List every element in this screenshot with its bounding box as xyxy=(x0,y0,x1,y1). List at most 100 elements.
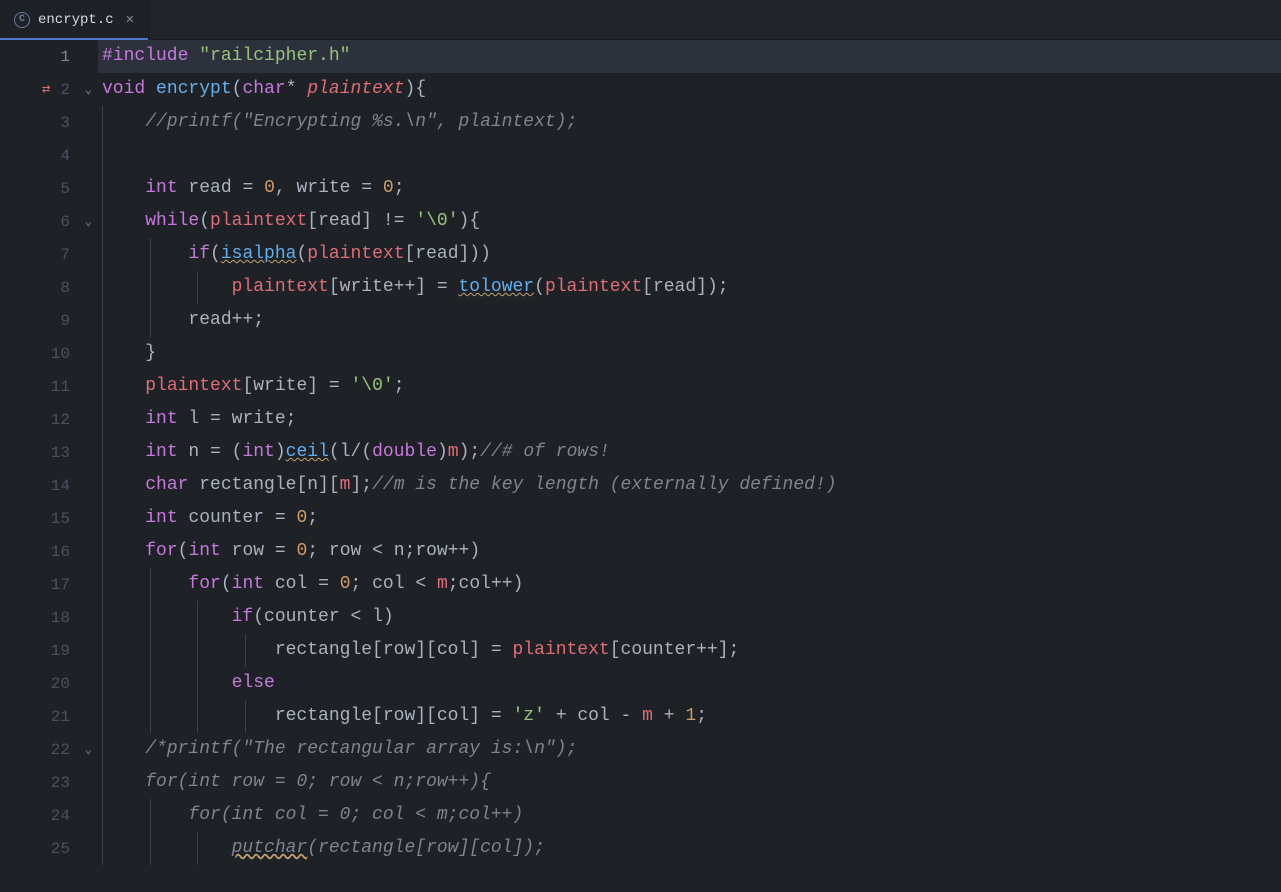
code-line[interactable]: int n = (int)ceil(l/(double)m);//# of ro… xyxy=(98,436,1281,469)
indent-guide xyxy=(150,601,151,634)
code-line[interactable]: } xyxy=(98,337,1281,370)
token-op: = xyxy=(491,640,502,660)
code-line[interactable]: plaintext[write++] = tolower(plaintext[r… xyxy=(98,271,1281,304)
c-file-icon: C xyxy=(14,12,30,28)
token-number: 1 xyxy=(685,706,696,726)
token-op: = xyxy=(491,706,502,726)
token-op: = xyxy=(210,409,221,429)
code-area[interactable]: #include "railcipher.h"void encrypt(char… xyxy=(98,40,1281,892)
indent-guide xyxy=(102,337,103,370)
token-type: char xyxy=(145,475,188,495)
indent-guide xyxy=(102,238,103,271)
indent-guide xyxy=(102,733,103,766)
fold-chevron-icon[interactable]: ⌄ xyxy=(85,214,92,229)
token-op: / xyxy=(351,442,362,462)
code-line[interactable]: for(int col = 0; col < m;col++) xyxy=(98,568,1281,601)
indent-guide xyxy=(102,469,103,502)
code-line[interactable]: void encrypt(char* plaintext){ xyxy=(98,73,1281,106)
token-punct: ;col xyxy=(448,574,491,594)
line-number: 14 xyxy=(0,469,98,502)
token-string: '\0' xyxy=(415,211,458,231)
indent-guide xyxy=(102,403,103,436)
token-ident: n;row xyxy=(383,541,448,561)
token-ident xyxy=(675,706,686,726)
token-op: = xyxy=(210,442,221,462)
line-number: 22⌄ xyxy=(0,733,98,766)
code-line[interactable]: int l = write; xyxy=(98,403,1281,436)
token-punct: } xyxy=(145,343,156,363)
indent-guide xyxy=(150,238,151,271)
indent-guide xyxy=(102,766,103,799)
token-punct: ]; xyxy=(350,475,372,495)
code-line[interactable]: for(int row = 0; row < n;row++){ xyxy=(98,766,1281,799)
token-var: plaintext xyxy=(545,277,642,297)
indent-guide xyxy=(102,271,103,304)
token-ident: read xyxy=(188,310,231,330)
code-line[interactable] xyxy=(98,139,1281,172)
token-op: - xyxy=(621,706,632,726)
code-line[interactable]: rectangle[row][col] = 'z' + col - m + 1; xyxy=(98,700,1281,733)
indent-guide xyxy=(102,304,103,337)
code-line[interactable]: for(int row = 0; row < n;row++) xyxy=(98,535,1281,568)
fold-chevron-icon[interactable]: ⌄ xyxy=(85,742,92,757)
token-op: != xyxy=(383,211,405,231)
tab-encrypt-c[interactable]: C encrypt.c ✕ xyxy=(0,0,149,39)
token-func-warn: isalpha xyxy=(221,244,297,264)
token-var: plaintext xyxy=(210,211,307,231)
code-line[interactable]: if(isalpha(plaintext[read])) xyxy=(98,238,1281,271)
code-line[interactable]: plaintext[write] = '\0'; xyxy=(98,370,1281,403)
token-string: 'z' xyxy=(513,706,545,726)
token-ident: read xyxy=(178,178,243,198)
indent-guide xyxy=(150,832,151,865)
code-line[interactable]: //printf("Encrypting %s.\n", plaintext); xyxy=(98,106,1281,139)
editor: 12⇄⌄3456⌄78910111213141516171819202122⌄2… xyxy=(0,40,1281,892)
line-number: 6⌄ xyxy=(0,205,98,238)
token-keyword: for xyxy=(145,541,177,561)
close-tab-icon[interactable]: ✕ xyxy=(126,11,134,28)
indent-guide xyxy=(102,832,103,865)
indent-guide xyxy=(245,634,246,667)
line-number-gutter: 12⇄⌄3456⌄78910111213141516171819202122⌄2… xyxy=(0,40,98,892)
line-number: 5 xyxy=(0,172,98,205)
indent-guide xyxy=(245,700,246,733)
git-change-marker-icon: ⇄ xyxy=(42,81,50,98)
token-punct: [read] xyxy=(307,211,383,231)
code-line[interactable]: while(plaintext[read] != '\0'){ xyxy=(98,205,1281,238)
token-punct: ){ xyxy=(459,211,481,231)
token-string: "railcipher.h" xyxy=(199,46,350,66)
code-line[interactable]: int counter = 0; xyxy=(98,502,1281,535)
code-line[interactable]: int read = 0, write = 0; xyxy=(98,172,1281,205)
token-punct: ); xyxy=(459,442,481,462)
token-string: '\0' xyxy=(350,376,393,396)
token-keyword: while xyxy=(145,211,199,231)
token-op: = xyxy=(242,178,253,198)
line-number: 7 xyxy=(0,238,98,271)
fold-chevron-icon[interactable]: ⌄ xyxy=(85,82,92,97)
code-line[interactable]: /*printf("The rectangular array is:\n"); xyxy=(98,733,1281,766)
token-comment: //# of rows! xyxy=(480,442,610,462)
indent-guide xyxy=(197,634,198,667)
line-number: 24 xyxy=(0,799,98,832)
token-var: plaintext xyxy=(307,244,404,264)
indent-guide xyxy=(150,271,151,304)
line-number: 1 xyxy=(0,40,98,73)
token-punct: ( xyxy=(361,442,372,462)
token-punct: [read])) xyxy=(405,244,491,264)
code-line[interactable]: rectangle[row][col] = plaintext[counter+… xyxy=(98,634,1281,667)
token-op: = xyxy=(437,277,448,297)
code-line[interactable]: putchar(rectangle[row][col]); xyxy=(98,832,1281,865)
token-ident xyxy=(329,574,340,594)
token-punct: ( xyxy=(210,244,221,264)
line-number: 17 xyxy=(0,568,98,601)
indent-guide xyxy=(102,799,103,832)
code-line[interactable]: char rectangle[n][m];//m is the key leng… xyxy=(98,469,1281,502)
token-op: < xyxy=(415,574,426,594)
code-line[interactable]: read++; xyxy=(98,304,1281,337)
code-line[interactable]: for(int col = 0; col < m;col++) xyxy=(98,799,1281,832)
token-type: int xyxy=(145,508,177,528)
code-line[interactable]: if(counter < l) xyxy=(98,601,1281,634)
code-line[interactable]: else xyxy=(98,667,1281,700)
token-ident xyxy=(426,574,437,594)
token-punct: ) xyxy=(513,574,524,594)
code-line[interactable]: #include "railcipher.h" xyxy=(98,40,1281,73)
